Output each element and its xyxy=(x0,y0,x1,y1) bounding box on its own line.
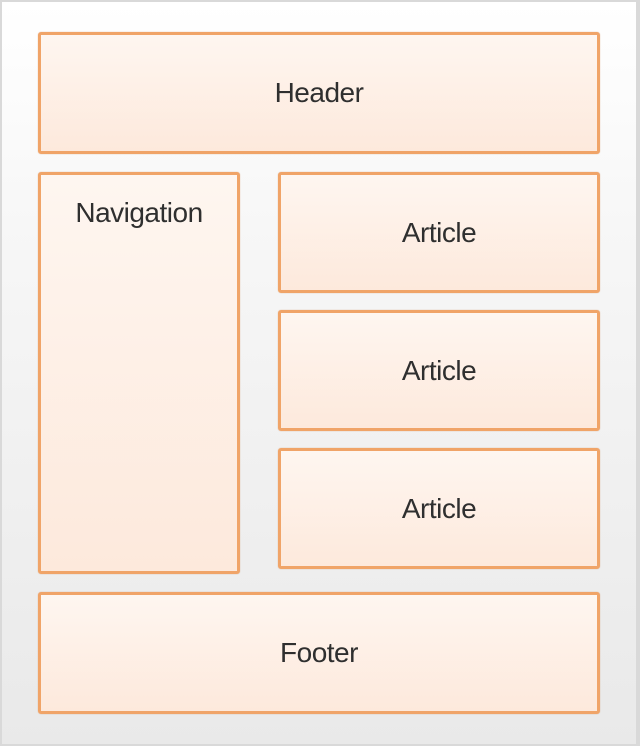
header-label: Header xyxy=(274,77,364,108)
header-block: Header xyxy=(38,32,600,154)
navigation-block: Navigation xyxy=(38,172,240,574)
footer-block: Footer xyxy=(38,592,600,714)
navigation-label: Navigation xyxy=(75,197,203,228)
article-label-1: Article xyxy=(401,216,477,248)
footer-label: Footer xyxy=(280,637,358,668)
article-label-2: Article xyxy=(401,354,477,386)
article-block-2: Article xyxy=(278,310,600,431)
article-label-3: Article xyxy=(401,492,477,524)
article-block-1: Article xyxy=(278,172,600,293)
article-block-3: Article xyxy=(278,448,600,569)
layout-diagram-frame: Header Navigation Article Article Articl… xyxy=(0,0,640,746)
